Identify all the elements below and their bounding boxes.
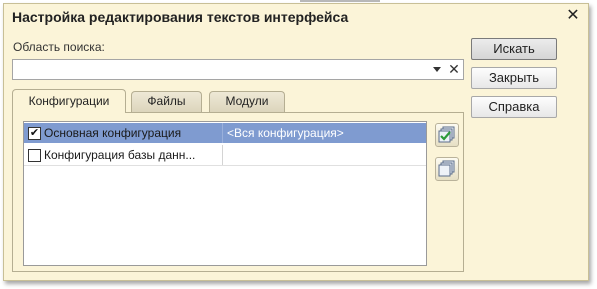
close-button[interactable]: Закрыть	[471, 67, 557, 89]
row-value	[222, 145, 426, 165]
search-area-field: ✕	[12, 59, 464, 80]
row-name: Конфигурация базы данн...	[44, 148, 196, 162]
row-name-cell: ✔ Основная конфигурация	[24, 123, 222, 143]
check-all-button[interactable]	[435, 123, 459, 147]
table-row[interactable]: ✔ Основная конфигурация <Вся конфигураци…	[24, 123, 426, 143]
tab-modules[interactable]: Модули	[209, 91, 285, 112]
window-title: Настройка редактирования текстов интерфе…	[12, 9, 349, 25]
tab-panel: ✔ Основная конфигурация <Вся конфигураци…	[12, 112, 464, 272]
row-name-cell: Конфигурация базы данн...	[24, 145, 222, 165]
row-name: Основная конфигурация	[44, 126, 182, 140]
clear-icon[interactable]: ✕	[446, 60, 462, 79]
chevron-down-icon[interactable]	[429, 60, 445, 79]
title-bar: Настройка редактирования текстов интерфе…	[4, 4, 588, 30]
check-all-icon	[438, 126, 455, 143]
tab-configurations[interactable]: Конфигурации	[12, 89, 126, 113]
table-row[interactable]: Конфигурация базы данн...	[24, 145, 426, 166]
uncheck-all-button[interactable]	[435, 157, 459, 181]
help-button[interactable]: Справка	[471, 96, 557, 118]
uncheck-all-icon	[438, 160, 455, 177]
row-checkbox[interactable]	[28, 148, 41, 162]
configurations-table: ✔ Основная конфигурация <Вся конфигураци…	[23, 121, 427, 266]
dialog-window: Настройка редактирования текстов интерфе…	[3, 3, 589, 281]
close-icon[interactable]: ✕	[564, 7, 582, 25]
tab-files[interactable]: Файлы	[131, 91, 202, 112]
row-checkbox[interactable]: ✔	[28, 126, 41, 140]
search-button[interactable]: Искать	[471, 38, 557, 60]
search-area-input[interactable]	[13, 60, 439, 79]
row-value: <Вся конфигурация>	[222, 123, 426, 143]
search-area-label: Область поиска:	[13, 40, 105, 54]
